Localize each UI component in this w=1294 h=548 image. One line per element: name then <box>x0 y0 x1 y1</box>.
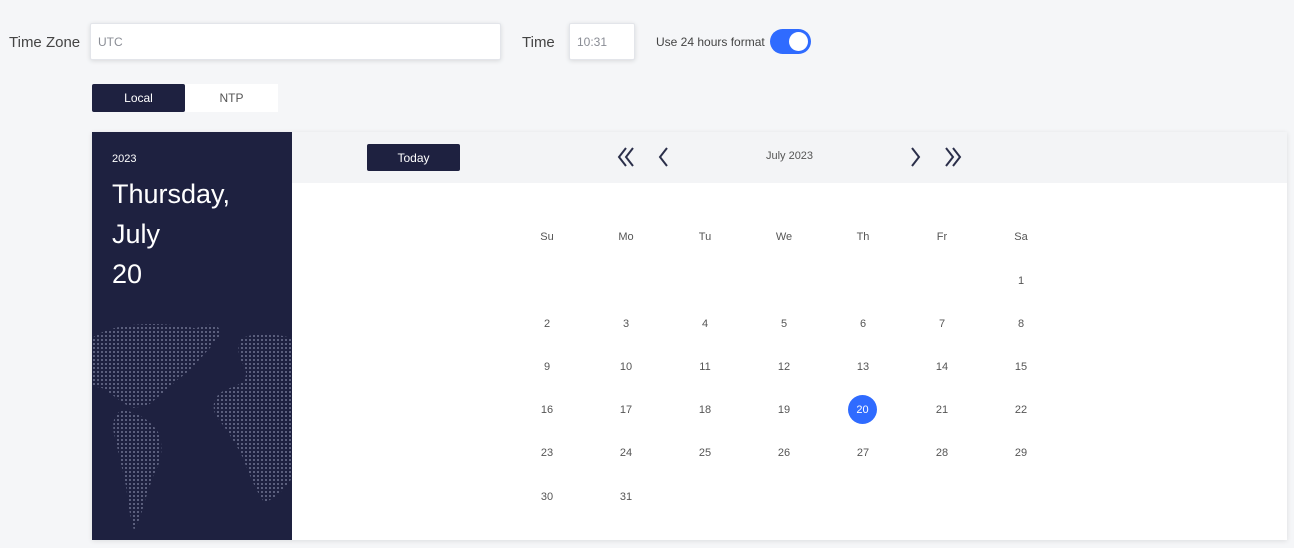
calendar-panel: 2023 Thursday, July 20 Today July 2023 S… <box>92 132 1287 540</box>
double-chevron-left-icon <box>617 147 634 167</box>
calendar-day[interactable]: 5 <box>764 310 804 338</box>
calendar-day[interactable]: 26 <box>764 439 804 467</box>
weekday-th: Th <box>856 231 870 243</box>
calendar-day[interactable]: 14 <box>922 353 962 381</box>
weekday-sa: Sa <box>1014 231 1028 243</box>
chevron-left-icon <box>658 147 668 167</box>
time-value: 10:31 <box>577 34 608 49</box>
calendar-day[interactable]: 19 <box>764 396 804 424</box>
weekday-mo: Mo <box>618 231 634 243</box>
prev-year-button[interactable] <box>614 144 638 170</box>
weekday-tu: Tu <box>698 231 712 243</box>
calendar-day[interactable]: 18 <box>685 396 725 424</box>
calendar-day[interactable]: 28 <box>922 439 962 467</box>
calendar-day[interactable]: 22 <box>1001 396 1041 424</box>
side-weekday: Thursday, <box>112 179 231 209</box>
calendar-day[interactable]: 2 <box>527 310 567 338</box>
world-map-icon <box>92 323 292 530</box>
toggle-knob <box>789 32 808 51</box>
calendar-day[interactable]: 12 <box>764 353 804 381</box>
today-button[interactable]: Today <box>367 144 460 171</box>
calendar-day[interactable]: 25 <box>685 439 725 467</box>
timezone-label: Time Zone <box>9 34 81 51</box>
calendar-day[interactable]: 23 <box>527 439 567 467</box>
calendar-day[interactable]: 29 <box>1001 439 1041 467</box>
calendar-day[interactable]: 17 <box>606 396 646 424</box>
calendar-day[interactable]: 3 <box>606 310 646 338</box>
weekday-we: We <box>775 231 793 243</box>
prev-month-button[interactable] <box>652 144 676 170</box>
calendar-day[interactable]: 30 <box>527 483 567 511</box>
month-label: July 2023 <box>765 150 814 162</box>
side-day: 20 <box>112 259 143 289</box>
next-month-button[interactable] <box>903 144 927 170</box>
format-toggle[interactable] <box>770 29 811 54</box>
side-date: Thursday, July 20 <box>112 174 230 294</box>
calendar-side-panel: 2023 Thursday, July 20 <box>92 132 292 540</box>
calendar-day[interactable]: 27 <box>843 439 883 467</box>
calendar-day[interactable]: 1 <box>1001 267 1041 295</box>
calendar-day[interactable]: 4 <box>685 310 725 338</box>
calendar-header: Today July 2023 <box>292 132 1287 183</box>
timezone-value: UTC <box>98 34 123 49</box>
tab-local[interactable]: Local <box>92 84 185 112</box>
calendar-day[interactable]: 11 <box>685 353 725 381</box>
calendar-day[interactable]: 21 <box>922 396 962 424</box>
tab-ntp-label: NTP <box>219 91 244 105</box>
chevron-right-icon <box>911 147 921 167</box>
tab-local-label: Local <box>124 91 153 105</box>
time-label: Time <box>522 34 555 51</box>
side-year: 2023 <box>112 153 137 165</box>
calendar-day-selected[interactable]: 20 <box>848 395 877 424</box>
calendar-day[interactable]: 9 <box>527 353 567 381</box>
calendar-day[interactable]: 8 <box>1001 310 1041 338</box>
weekday-fr: Fr <box>936 231 948 243</box>
today-button-label: Today <box>397 150 430 165</box>
calendar-day[interactable]: 15 <box>1001 353 1041 381</box>
side-month: July <box>112 219 161 249</box>
next-year-button[interactable] <box>941 144 965 170</box>
time-input[interactable]: 10:31 <box>569 23 635 60</box>
calendar-day[interactable]: 7 <box>922 310 962 338</box>
calendar-day[interactable]: 31 <box>606 483 646 511</box>
calendar-day[interactable]: 13 <box>843 353 883 381</box>
calendar-day[interactable]: 24 <box>606 439 646 467</box>
weekday-su: Su <box>540 231 554 243</box>
calendar-day[interactable]: 16 <box>527 396 567 424</box>
calendar-day[interactable]: 6 <box>843 310 883 338</box>
tab-ntp[interactable]: NTP <box>185 84 278 112</box>
calendar-day[interactable]: 10 <box>606 353 646 381</box>
timezone-input[interactable]: UTC <box>90 23 501 60</box>
double-chevron-right-icon <box>945 147 962 167</box>
format-label: Use 24 hours format <box>656 35 765 49</box>
